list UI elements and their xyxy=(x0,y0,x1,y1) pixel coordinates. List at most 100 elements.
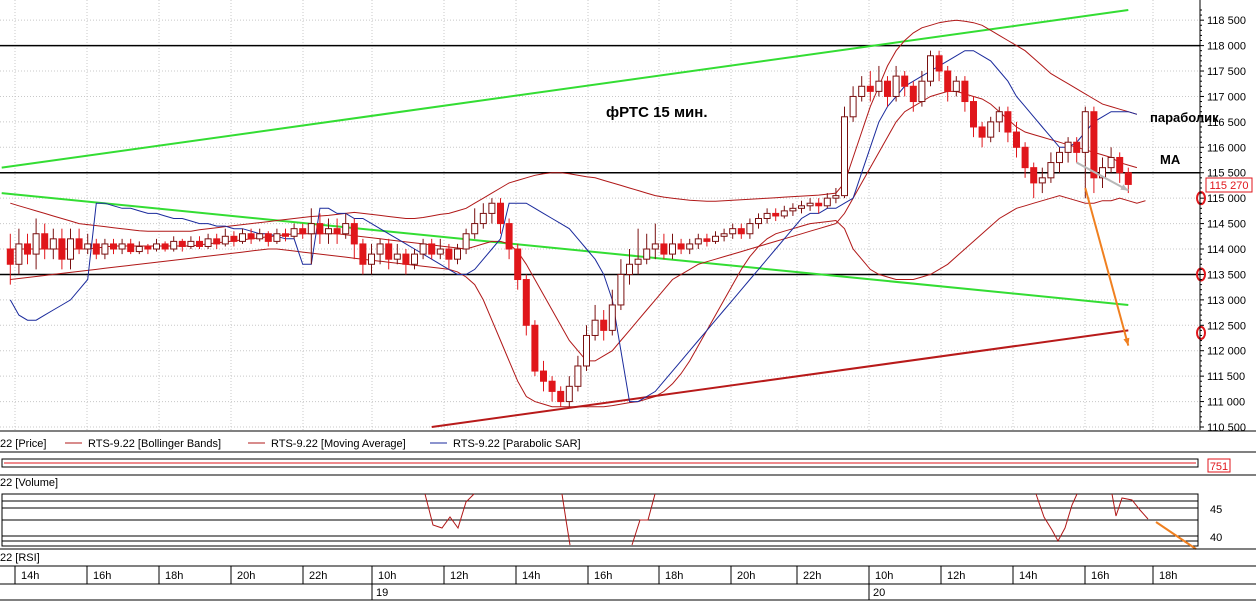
candle-body xyxy=(299,228,307,235)
time-tick-label: 18h xyxy=(165,570,183,582)
chart-title: фРТС 15 мин. xyxy=(606,104,708,121)
candle-body xyxy=(247,233,255,240)
candle-body xyxy=(6,248,14,265)
candle-body xyxy=(806,202,814,207)
candle-body xyxy=(591,319,599,336)
candle-body xyxy=(282,233,289,237)
candle-body xyxy=(411,253,418,265)
candle-body xyxy=(307,223,315,235)
candle-body xyxy=(522,279,530,326)
candle-body xyxy=(651,243,659,250)
candle-body xyxy=(565,385,573,403)
price-tick-label: 112 500 xyxy=(1207,320,1246,332)
time-tick-label: 16h xyxy=(93,570,111,582)
candle-body xyxy=(1013,131,1020,148)
candle-body xyxy=(49,238,57,250)
candle-body xyxy=(359,243,367,265)
time-tick-label: 18h xyxy=(665,570,683,582)
candle-body xyxy=(798,205,805,209)
candle-body xyxy=(961,80,969,103)
candle-body xyxy=(110,243,117,250)
candle-body xyxy=(471,223,479,235)
candle-body xyxy=(995,111,1003,123)
candle-body xyxy=(144,245,152,250)
time-tick-labels: 14h 16h 18h 20h 22h 10h 12h 14h 16h 18h 20h 22h 10h 1… xyxy=(14,566,1177,584)
candle-body xyxy=(1021,146,1029,169)
candle-body xyxy=(342,223,350,235)
last-price-value: 115 270 xyxy=(1210,180,1249,192)
candle-body xyxy=(643,248,651,260)
volume-value: 751 xyxy=(1210,461,1228,473)
price-tick-label: 114 000 xyxy=(1207,244,1246,256)
candle-body xyxy=(84,243,92,250)
price-tick-label: 111 500 xyxy=(1207,371,1245,383)
candle-body xyxy=(230,235,238,242)
time-axis: 14h 16h 18h 20h 22h 10h 12h 14h 16h 18h 20h 22h 10h 1… xyxy=(0,565,1256,601)
candle-body xyxy=(393,253,401,260)
candle-body xyxy=(884,80,891,97)
price-tick-label: 118 500 xyxy=(1207,15,1246,27)
candle-body xyxy=(213,238,221,245)
candle-body xyxy=(350,223,358,245)
candle-body xyxy=(600,319,608,331)
candle-body xyxy=(841,116,848,197)
candle-body xyxy=(970,101,977,128)
rsi-tick-45: 45 xyxy=(1210,504,1222,516)
candle-body xyxy=(505,223,513,250)
time-tick-label: 22h xyxy=(803,570,821,582)
candle-body xyxy=(1081,111,1089,153)
chart-root: 118 500118 000117 500117 000116 500116 0… xyxy=(0,0,1256,601)
rsi-tick-40: 40 xyxy=(1210,532,1222,544)
candle-body xyxy=(832,195,840,199)
candle-body xyxy=(514,248,522,281)
price-tick-labels: 118 500118 000117 500117 000116 500116 0… xyxy=(1200,9,1246,434)
candle-body xyxy=(755,218,762,225)
candle-body xyxy=(178,240,186,247)
date-tick-19: 19 xyxy=(376,587,388,599)
last-price-tag: 115 270 xyxy=(1205,177,1253,193)
candle-body xyxy=(780,210,788,217)
candle-body xyxy=(583,334,590,367)
price-tick-label: 110 500 xyxy=(1207,422,1246,434)
price-tick-label: 113 500 xyxy=(1207,269,1246,281)
time-tick-label: 14h xyxy=(21,570,39,582)
candle-body xyxy=(703,238,711,242)
candle-body xyxy=(1030,167,1038,184)
volume-panel: 751 22 [Volume] xyxy=(0,458,1256,489)
candle-body xyxy=(823,197,831,207)
candle-body xyxy=(1056,151,1063,164)
candle-body xyxy=(1090,111,1098,179)
candle-body xyxy=(462,233,470,250)
candle-body xyxy=(875,80,883,92)
price-tick-label: 113 000 xyxy=(1207,295,1246,307)
candle-body xyxy=(118,243,126,250)
date-tick-20: 20 xyxy=(873,587,885,599)
candle-body xyxy=(909,85,917,103)
candle xyxy=(841,106,848,199)
candle-body xyxy=(669,243,676,255)
time-tick-label: 16h xyxy=(1091,570,1109,582)
candle-body xyxy=(763,212,771,219)
time-tick-label: 18h xyxy=(1159,570,1177,582)
candle-body xyxy=(746,223,754,235)
candle-body xyxy=(686,243,694,250)
candle-body xyxy=(161,243,169,250)
candle-body xyxy=(548,380,556,392)
legend-price: 22 [Price] xyxy=(0,438,46,450)
time-tick-label: 12h xyxy=(947,570,965,582)
time-tick-label: 10h xyxy=(875,570,893,582)
rsi-panel: 45 40 22 [RSI] xyxy=(0,493,1256,564)
candle-body xyxy=(153,243,160,250)
candle-body xyxy=(815,202,823,207)
time-tick-label: 16h xyxy=(594,570,612,582)
candle-body xyxy=(901,75,909,87)
candle-body xyxy=(436,248,444,255)
candle-body xyxy=(24,243,31,255)
price-panel-background xyxy=(0,0,1200,430)
candle-body xyxy=(729,228,737,235)
candle-body xyxy=(540,370,547,382)
time-tick-label: 12h xyxy=(450,570,468,582)
legend-volume: 22 [Volume] xyxy=(0,477,58,489)
candle-body xyxy=(170,240,178,250)
candle-body xyxy=(737,228,745,235)
